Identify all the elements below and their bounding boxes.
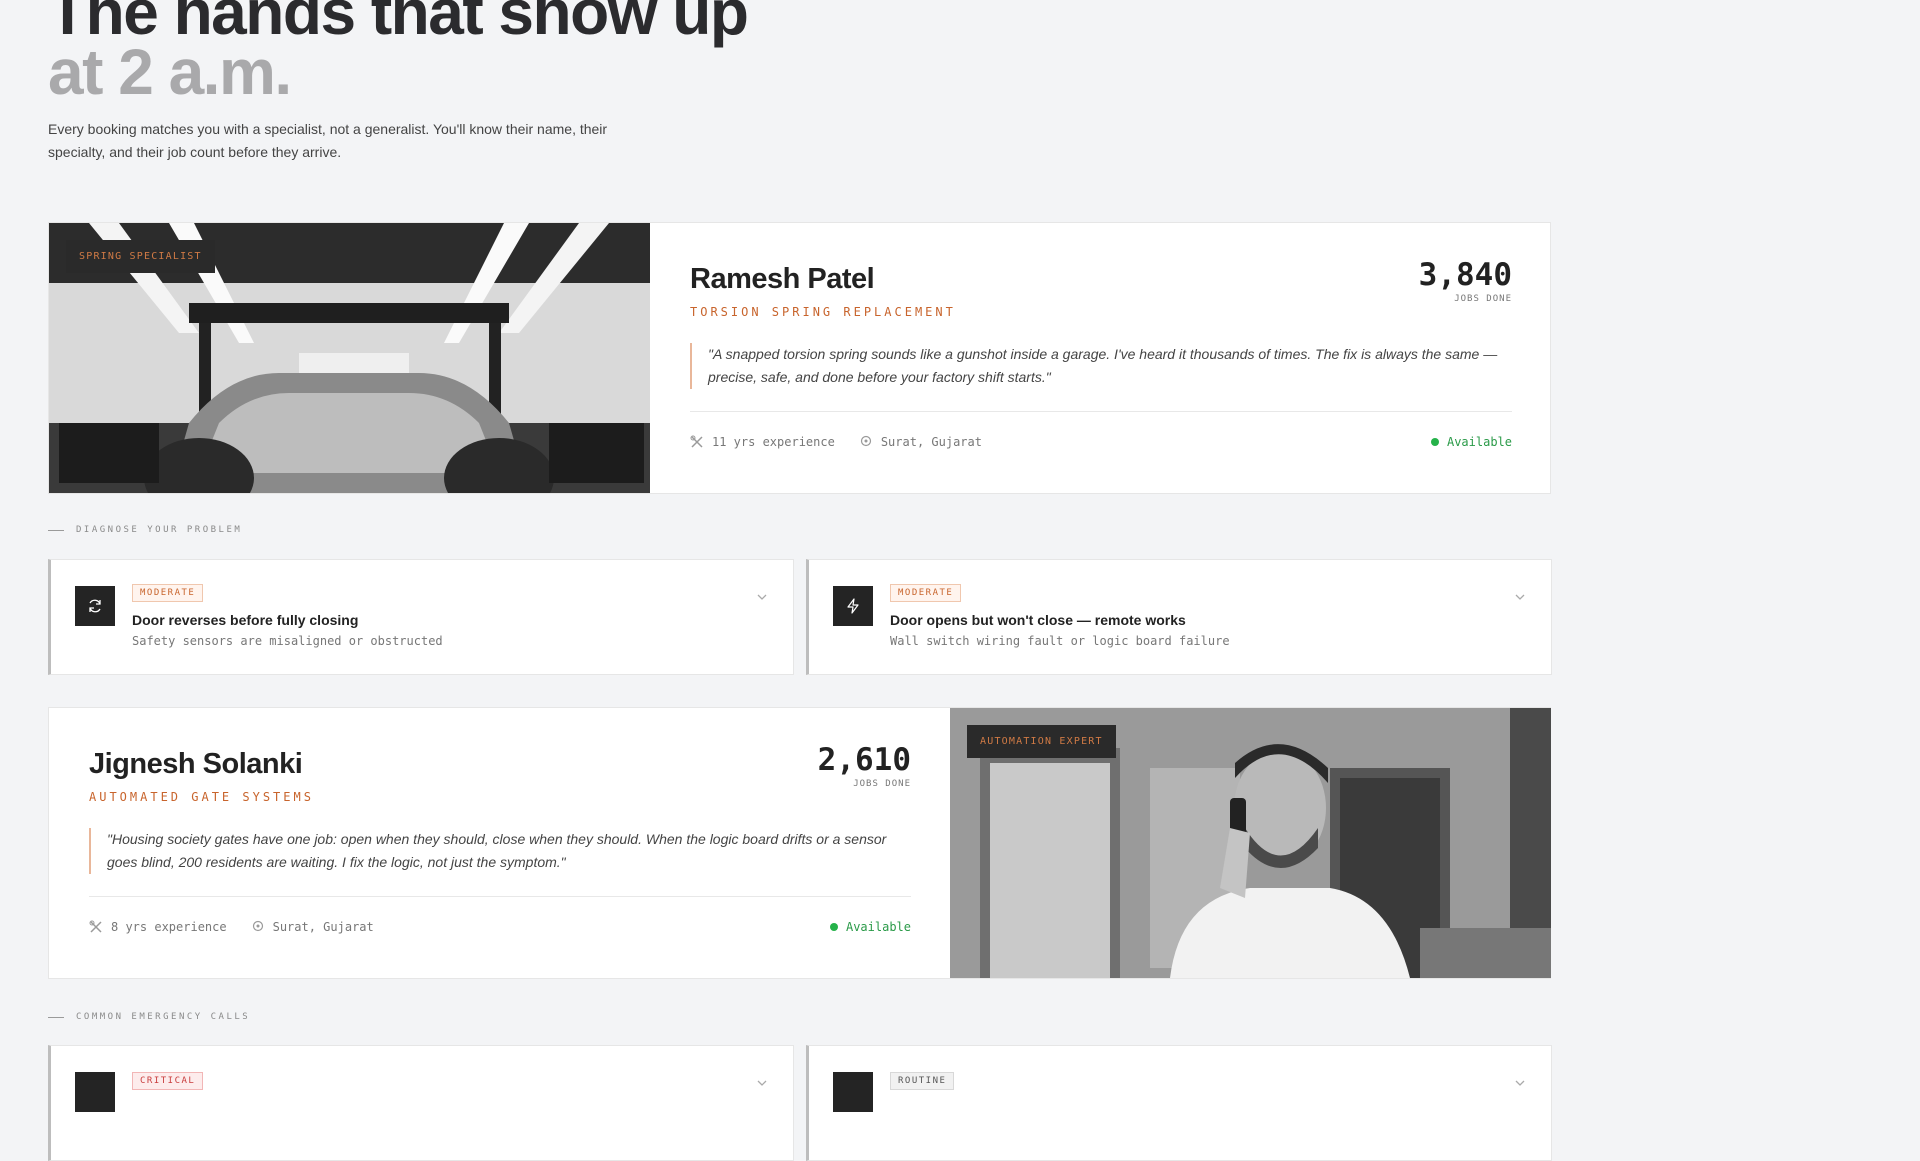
specialist-role: TORSION SPRING REPLACEMENT bbox=[690, 305, 956, 319]
emergency-card[interactable]: CRITICAL bbox=[48, 1045, 794, 1161]
specialist-info: Jignesh Solanki AUTOMATED GATE SYSTEMS 2… bbox=[89, 708, 911, 978]
severity-badge: ROUTINE bbox=[890, 1072, 955, 1090]
severity-badge: CRITICAL bbox=[132, 1072, 204, 1090]
chevron-down-icon[interactable] bbox=[1513, 590, 1527, 604]
lightning-icon bbox=[847, 598, 859, 614]
section-label-text: DIAGNOSE YOUR PROBLEM bbox=[76, 525, 243, 535]
status-dot-icon bbox=[1430, 438, 1439, 446]
emergency-icon bbox=[75, 1072, 115, 1112]
specialist-info: Ramesh Patel TORSION SPRING REPLACEMENT … bbox=[690, 223, 1512, 493]
severity-badge: MODERATE bbox=[132, 584, 204, 602]
section-label-emergency: COMMON EMERGENCY CALLS bbox=[48, 1012, 250, 1022]
status-text: Available bbox=[845, 920, 911, 934]
specialist-quote: "Housing society gates have one job: ope… bbox=[89, 828, 911, 874]
experience-text: 11 yrs experience bbox=[712, 435, 835, 449]
section-label-text: COMMON EMERGENCY CALLS bbox=[76, 1012, 251, 1022]
status-dot-icon bbox=[829, 923, 838, 931]
availability-status: Available bbox=[1430, 435, 1512, 449]
emergency-icon bbox=[833, 1072, 873, 1112]
divider bbox=[690, 411, 1512, 412]
experience-text: 8 yrs experience bbox=[111, 920, 227, 934]
refresh-icon bbox=[89, 599, 101, 613]
section-label-diagnose: DIAGNOSE YOUR PROBLEM bbox=[48, 525, 242, 535]
chevron-down-icon[interactable] bbox=[1513, 1076, 1527, 1090]
hero-title: The hands that show up at 2 a.m. bbox=[48, 0, 749, 108]
specialist-photo: AUTOMATION EXPERT bbox=[950, 708, 1551, 978]
problem-title: Door opens but won't close — remote work… bbox=[890, 612, 1186, 628]
specialist-tag: AUTOMATION EXPERT bbox=[967, 725, 1116, 758]
tools-icon bbox=[89, 920, 102, 933]
jobs-count: 2,610 bbox=[817, 742, 911, 778]
specialist-meta: 8 yrs experience Surat, Gujarat bbox=[89, 920, 374, 934]
specialist-photo: SPRING SPECIALIST bbox=[49, 223, 650, 493]
hero-title-line2: at 2 a.m. bbox=[48, 36, 292, 108]
location-text: Surat, Gujarat bbox=[272, 920, 374, 934]
problem-card[interactable]: MODERATE Door opens but won't close — re… bbox=[806, 559, 1552, 675]
jobs-label: JOBS DONE bbox=[1454, 294, 1512, 304]
specialist-quote: "A snapped torsion spring sounds like a … bbox=[690, 343, 1512, 389]
status-text: Available bbox=[1446, 435, 1512, 449]
problem-description: Wall switch wiring fault or logic board … bbox=[890, 634, 1230, 648]
tools-icon bbox=[690, 435, 703, 448]
specialist-tag: SPRING SPECIALIST bbox=[66, 240, 215, 273]
specialist-name: Jignesh Solanki bbox=[89, 748, 303, 780]
location-pin-icon bbox=[252, 920, 263, 932]
specialist-meta: 11 yrs experience Surat, Gujarat bbox=[690, 435, 982, 449]
severity-badge: MODERATE bbox=[890, 584, 962, 602]
availability-status: Available bbox=[829, 920, 911, 934]
hero-subtitle: Every booking matches you with a special… bbox=[48, 121, 608, 160]
chevron-down-icon[interactable] bbox=[755, 590, 769, 604]
divider bbox=[89, 896, 911, 897]
jobs-label: JOBS DONE bbox=[853, 779, 911, 789]
problem-description: Safety sensors are misaligned or obstruc… bbox=[132, 634, 443, 648]
emergency-card[interactable]: ROUTINE bbox=[806, 1045, 1552, 1161]
specialist-name: Ramesh Patel bbox=[690, 263, 875, 295]
problem-card[interactable]: MODERATE Door reverses before fully clos… bbox=[48, 559, 794, 675]
problem-icon bbox=[75, 586, 115, 626]
problem-icon bbox=[833, 586, 873, 626]
specialist-card-ramesh: SPRING SPECIALIST Ramesh Patel TORSION S… bbox=[48, 222, 1551, 494]
problem-title: Door reverses before fully closing bbox=[132, 612, 359, 628]
chevron-down-icon[interactable] bbox=[755, 1076, 769, 1090]
specialist-role: AUTOMATED GATE SYSTEMS bbox=[89, 790, 314, 804]
jobs-count: 3,840 bbox=[1418, 257, 1512, 293]
location-pin-icon bbox=[860, 435, 871, 447]
location-text: Surat, Gujarat bbox=[880, 435, 982, 449]
specialist-card-jignesh: Jignesh Solanki AUTOMATED GATE SYSTEMS 2… bbox=[48, 707, 1551, 979]
